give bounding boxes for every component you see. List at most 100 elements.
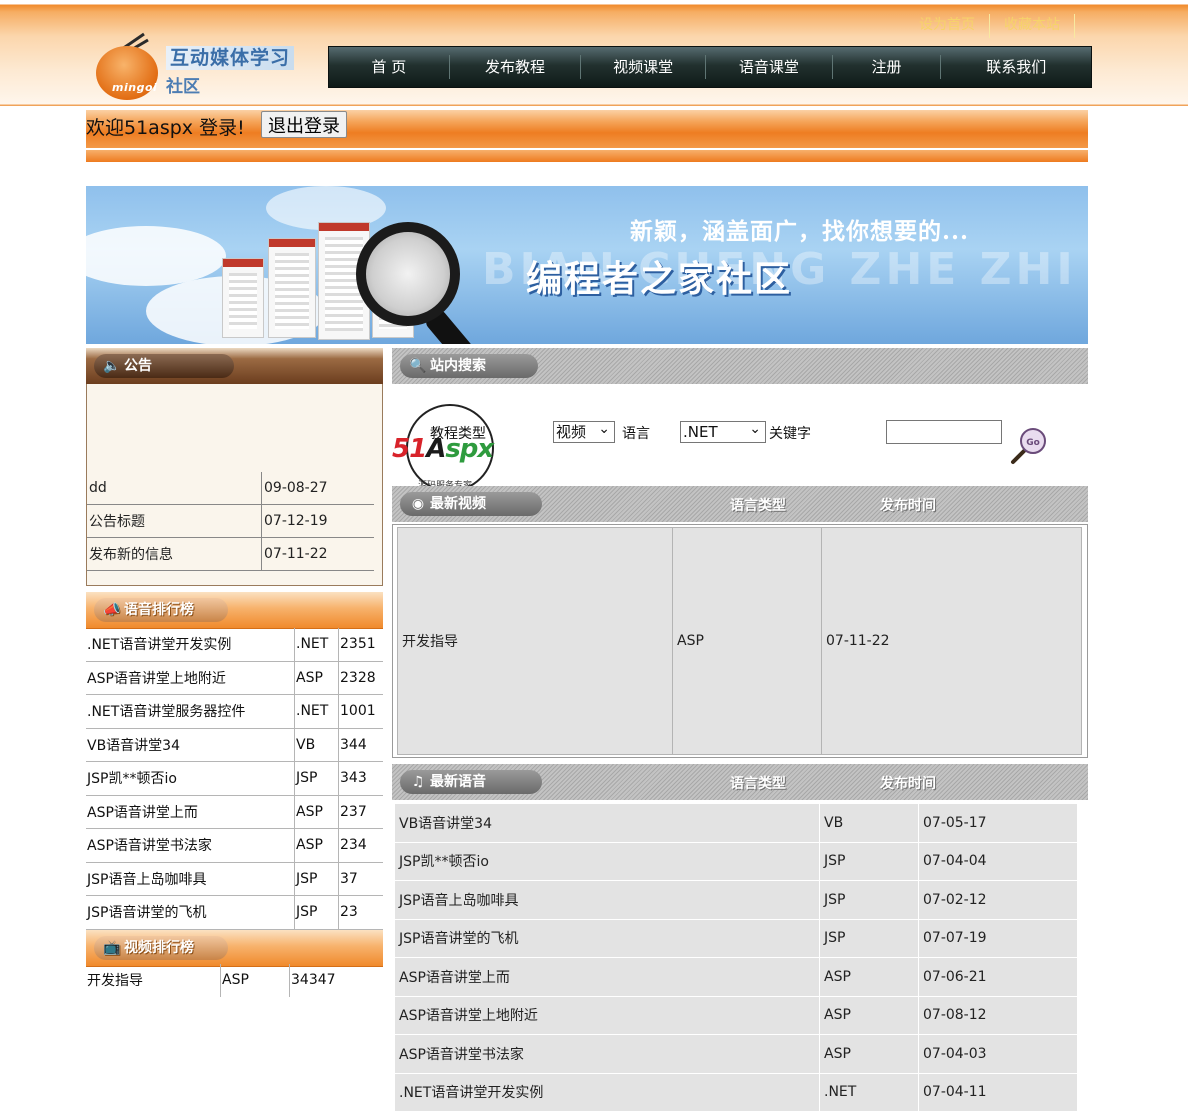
audio-rank-row[interactable]: JSP语音讲堂的飞机 JSP 23 — [86, 895, 383, 930]
top-links: 设为首页 收藏本站 — [905, 14, 1075, 38]
welcome-text: 欢迎51aspx 登录! — [86, 117, 245, 139]
audio-rank-row[interactable]: ASP语音讲堂书法家 ASP 234 — [86, 828, 383, 863]
latest-video-date: 07-11-22 — [821, 527, 1082, 755]
notice-row[interactable]: dd 09-08-27 — [87, 472, 374, 505]
latest-audio-row[interactable]: .NET语音讲堂开发实例 .NET 07-04-11 — [394, 1072, 1078, 1112]
latest-video-col-time: 发布时间 — [880, 498, 936, 514]
latest-audio-name[interactable]: JSP语音讲堂的飞机 — [394, 918, 820, 958]
latest-audio-date: 07-04-03 — [918, 1034, 1078, 1074]
latest-audio-name[interactable]: .NET语音讲堂开发实例 — [394, 1072, 820, 1112]
audio-rank-row[interactable]: ASP语音讲堂上而 ASP 237 — [86, 795, 383, 829]
audio-rank-title: 语音排行榜 — [124, 602, 194, 618]
audio-rank-name[interactable]: .NET语音讲堂服务器控件 — [86, 694, 295, 729]
bookmark-link[interactable]: 收藏本站 — [990, 14, 1075, 38]
latest-audio-name[interactable]: VB语音讲堂34 — [394, 803, 820, 843]
latest-audio-row[interactable]: JSP凯**顿否io JSP 07-04-04 — [394, 841, 1078, 881]
tv-icon: 📺 — [103, 940, 121, 956]
logout-button[interactable]: 退出登录 — [261, 111, 347, 138]
film-reel-icon: ◉ — [411, 496, 425, 512]
latest-audio-name[interactable]: ASP语音讲堂书法家 — [394, 1034, 820, 1074]
nav-home[interactable]: 首 页 — [329, 55, 450, 79]
audio-rank-header: 📣 语音排行榜 — [86, 592, 383, 629]
latest-video-header: ◉ 最新视频 语言类型 发布时间 — [392, 486, 1088, 522]
audio-rank-tab: 📣 语音排行榜 — [94, 598, 228, 622]
latest-audio-name[interactable]: ASP语音讲堂上地附近 — [394, 995, 820, 1035]
latest-audio-row[interactable]: JSP语音讲堂的飞机 JSP 07-07-19 — [394, 918, 1078, 958]
video-rank-count: 34347 — [289, 964, 356, 997]
video-rank-row[interactable]: 开发指导 ASP 34347 — [86, 964, 356, 997]
latest-audio-row[interactable]: ASP语音讲堂书法家 ASP 07-04-03 — [394, 1034, 1078, 1074]
nav-register[interactable]: 注册 — [833, 55, 942, 79]
latest-audio-date: 07-02-12 — [918, 880, 1078, 920]
audio-rank-name[interactable]: ASP语音讲堂上地附近 — [86, 661, 295, 695]
audio-rank-row[interactable]: VB语音讲堂34 VB 344 — [86, 728, 383, 762]
audio-rank-lang: JSP — [294, 862, 339, 896]
language-select[interactable]: .NET — [680, 419, 766, 443]
video-rank-name[interactable]: 开发指导 — [86, 964, 221, 997]
latest-audio-row[interactable]: ASP语音讲堂上而 ASP 07-06-21 — [394, 957, 1078, 997]
latest-audio-name[interactable]: JSP语音上岛咖啡具 — [394, 880, 820, 920]
audio-rank-row[interactable]: .NET语音讲堂开发实例 .NET 2351 — [86, 628, 383, 662]
notice-item-title[interactable]: dd — [87, 472, 262, 505]
latest-audio-lang: JSP — [819, 880, 919, 920]
audio-rank-name[interactable]: JSP凯**顿否io — [86, 761, 295, 796]
notice-item-title[interactable]: 公告标题 — [87, 504, 262, 538]
audio-rank-list: .NET语音讲堂开发实例 .NET 2351 ASP语音讲堂上地附近 ASP 2328 … — [86, 628, 383, 930]
video-rank-header: 📺 视频排行榜 — [86, 930, 383, 967]
tutorial-type-select[interactable]: 视频 — [553, 419, 615, 443]
audio-rank-lang: .NET — [294, 628, 339, 662]
nav-publish-tutorial[interactable]: 发布教程 — [450, 55, 582, 79]
music-note-icon: ♫ — [411, 774, 425, 790]
latest-video-lang: ASP — [672, 527, 822, 755]
latest-audio-row[interactable]: JSP语音上岛咖啡具 JSP 07-02-12 — [394, 880, 1078, 920]
logo-title: 互动媒体学习 — [166, 46, 295, 70]
set-homepage-link[interactable]: 设为首页 — [905, 14, 990, 38]
audio-rank-row[interactable]: JSP凯**顿否io JSP 343 — [86, 761, 383, 796]
notice-item-title[interactable]: 发布新的信息 — [87, 537, 262, 571]
audio-rank-count: 2328 — [338, 661, 383, 695]
latest-audio-name[interactable]: ASP语音讲堂上而 — [394, 957, 820, 997]
latest-video-panel: 开发指导 ASP 07-11-22 — [392, 524, 1088, 758]
video-rank-lang: ASP — [220, 964, 290, 997]
search-header: 🔍 站内搜索 — [392, 348, 1088, 384]
audio-rank-count: 344 — [338, 728, 383, 762]
latest-audio-lang: ASP — [819, 957, 919, 997]
site-logo[interactable]: mingoi 互动媒体学习 社区 — [96, 32, 308, 100]
audio-rank-row[interactable]: ASP语音讲堂上地附近 ASP 2328 — [86, 661, 383, 695]
notice-row[interactable]: 发布新的信息 07-11-22 — [87, 537, 374, 571]
nav-audio-class[interactable]: 语音课堂 — [706, 55, 833, 79]
latest-audio-row[interactable]: VB语音讲堂34 VB 07-05-17 — [394, 803, 1078, 843]
latest-audio-list: VB语音讲堂34 VB 07-05-17 JSP凯**顿否io JSP 07-04-04… — [394, 803, 1078, 1112]
audio-rank-row[interactable]: .NET语音讲堂服务器控件 .NET 1001 — [86, 694, 383, 729]
go-search-icon[interactable]: Go — [1008, 426, 1050, 466]
audio-rank-name[interactable]: .NET语音讲堂开发实例 — [86, 628, 295, 662]
notice-row[interactable]: 公告标题 07-12-19 — [87, 504, 374, 538]
audio-rank-name[interactable]: VB语音讲堂34 — [86, 728, 295, 762]
latest-video-row[interactable]: 开发指导 ASP 07-11-22 — [397, 527, 1082, 755]
svg-text:Go: Go — [1026, 438, 1040, 448]
search-title: 站内搜索 — [430, 358, 486, 374]
audio-rank-lang: ASP — [294, 661, 339, 695]
language-label: 语言 — [622, 426, 650, 442]
keyword-label: 关键字 — [769, 426, 811, 442]
keyword-input[interactable] — [886, 420, 1002, 444]
nav-contact[interactable]: 联系我们 — [941, 55, 1091, 79]
megaphone-icon: 📣 — [103, 602, 121, 618]
nav-video-class[interactable]: 视频课堂 — [581, 55, 707, 79]
latest-audio-date: 07-06-21 — [918, 957, 1078, 997]
audio-rank-count: 343 — [338, 761, 383, 796]
audio-rank-name[interactable]: JSP语音讲堂的飞机 — [86, 895, 295, 930]
latest-audio-name[interactable]: JSP凯**顿否io — [394, 841, 820, 881]
notice-tab: 🔈 公告 — [94, 354, 234, 378]
audio-rank-name[interactable]: ASP语音讲堂上而 — [86, 795, 295, 829]
audio-rank-name[interactable]: JSP语音上岛咖啡具 — [86, 862, 295, 896]
latest-audio-row[interactable]: ASP语音讲堂上地附近 ASP 07-08-12 — [394, 995, 1078, 1035]
site-banner: BIAN CHENG ZHE ZHI JIA 新颖，涵盖面广，找你想要的... … — [86, 186, 1088, 344]
audio-rank-name[interactable]: ASP语音讲堂书法家 — [86, 828, 295, 863]
audio-rank-row[interactable]: JSP语音上岛咖啡具 JSP 37 — [86, 862, 383, 896]
latest-video-list: 开发指导 ASP 07-11-22 — [397, 527, 1082, 755]
notice-panel: dd 09-08-27 公告标题 07-12-19 发布新的信息 07-11-2… — [86, 384, 383, 586]
latest-video-name[interactable]: 开发指导 — [397, 527, 673, 755]
notice-item-date: 07-12-19 — [261, 504, 374, 538]
main-nav: 首 页 发布教程 视频课堂 语音课堂 注册 联系我们 — [328, 46, 1092, 88]
